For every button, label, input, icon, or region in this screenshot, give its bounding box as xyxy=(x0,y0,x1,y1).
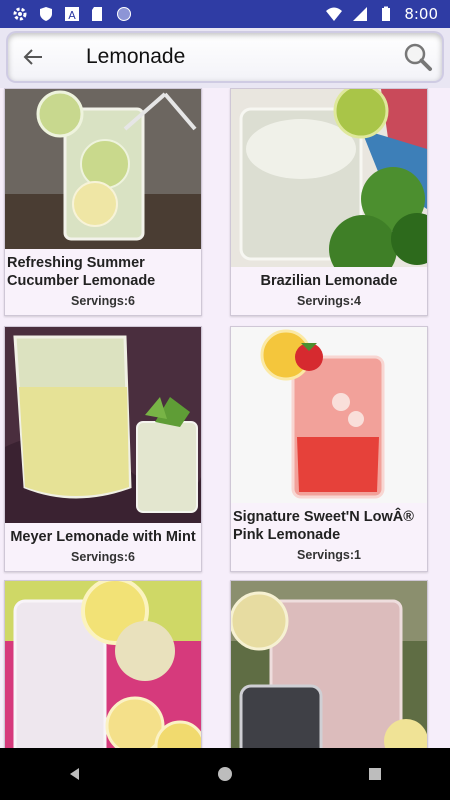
status-left-icons: A xyxy=(12,6,132,22)
recipe-servings: Servings:6 xyxy=(71,550,135,564)
recipe-card[interactable]: Brazilian Lemonade Servings:4 xyxy=(230,88,443,316)
svg-text:A: A xyxy=(68,9,76,22)
search-bar: Lemonade xyxy=(8,33,442,81)
signal-icon xyxy=(353,7,368,21)
circle-home-icon xyxy=(218,767,232,781)
square-recents-icon xyxy=(369,768,381,780)
sd-card-icon xyxy=(92,7,102,21)
recipe-card[interactable] xyxy=(4,577,206,748)
navigation-bar xyxy=(0,748,450,800)
recipe-image xyxy=(5,577,206,748)
recipe-image xyxy=(5,89,201,249)
status-right-icons: 8:00 xyxy=(326,5,438,23)
gear-icon xyxy=(13,7,27,21)
recipe-card[interactable]: Refreshing Summer Cucumber Lemonade Serv… xyxy=(4,88,202,316)
wifi-icon xyxy=(326,7,343,21)
recipe-image xyxy=(231,88,443,283)
status-bar: A 8:00 xyxy=(0,0,450,28)
status-time: 8:00 xyxy=(404,5,438,23)
sync-icon xyxy=(117,7,131,21)
search-button[interactable] xyxy=(402,41,434,73)
recipe-image xyxy=(5,327,201,523)
recipe-servings: Servings:6 xyxy=(71,294,135,308)
recipe-title: Refreshing Summer Cucumber Lemonade xyxy=(7,255,156,289)
recipe-title: Meyer Lemonade with Mint xyxy=(10,529,196,545)
arrow-left-icon xyxy=(23,49,42,65)
search-icon xyxy=(404,43,432,71)
recipe-card[interactable]: Meyer Lemonade with Mint Servings:6 xyxy=(4,326,202,572)
home-nav-button[interactable] xyxy=(210,759,240,789)
triangle-back-icon xyxy=(70,768,79,780)
font-icon: A xyxy=(65,7,79,22)
recipe-servings: Servings:4 xyxy=(297,294,361,308)
recipe-servings: Servings:1 xyxy=(297,548,361,562)
recipe-image xyxy=(229,581,428,748)
recipe-card[interactable] xyxy=(229,580,428,748)
back-button[interactable] xyxy=(20,44,46,70)
recents-nav-button[interactable] xyxy=(360,759,390,789)
recipe-title: Signature Sweet'N LowÂ® Pink Lemonade xyxy=(233,509,414,543)
recipe-card[interactable]: Signature Sweet'N LowÂ® Pink Lemonade Se… xyxy=(230,326,428,572)
recipe-grid: Refreshing Summer Cucumber Lemonade Serv… xyxy=(0,88,450,748)
shield-icon xyxy=(40,7,52,21)
search-toolbar: Lemonade xyxy=(0,28,450,88)
recipe-image xyxy=(231,327,427,503)
search-input[interactable]: Lemonade xyxy=(86,45,185,69)
recipe-title: Brazilian Lemonade xyxy=(260,273,398,289)
back-nav-button[interactable] xyxy=(60,759,90,789)
battery-icon xyxy=(382,6,391,21)
